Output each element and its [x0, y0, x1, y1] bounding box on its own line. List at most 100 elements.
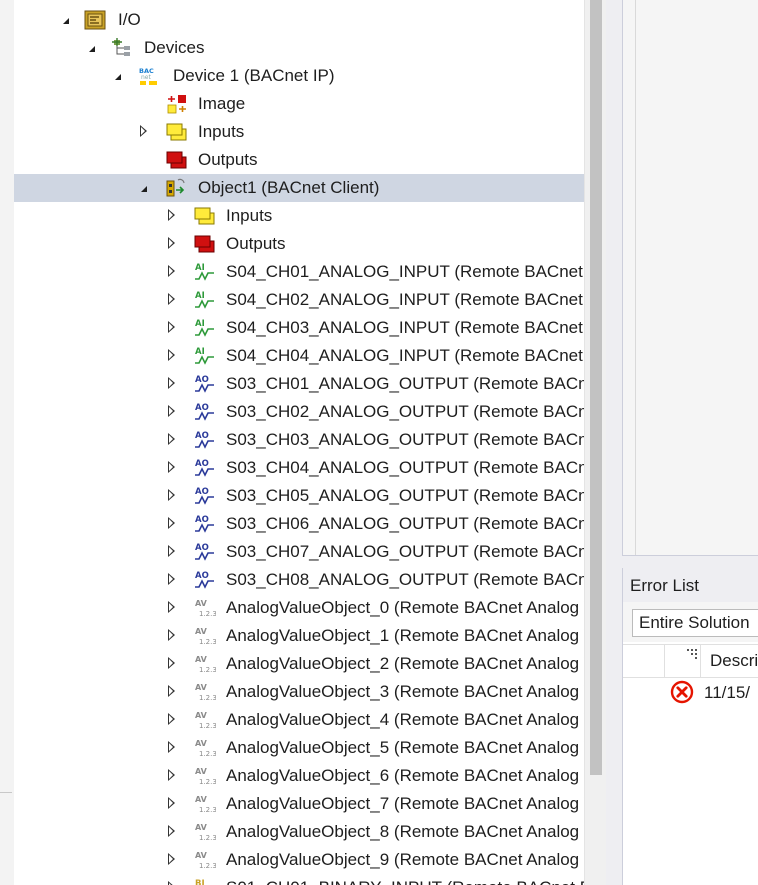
error-list-header: Descri [623, 644, 758, 678]
tree-item[interactable]: AO S03_CH02_ANALOG_OUTPUT (Remote BACnet … [14, 398, 584, 426]
expand-triangle-icon[interactable] [164, 684, 178, 698]
svg-text:1.2.3: 1.2.3 [199, 862, 216, 870]
tree-item[interactable]: Image [14, 90, 584, 118]
tree-item[interactable]: AO S03_CH07_ANALOG_OUTPUT (Remote BACnet … [14, 538, 584, 566]
expand-triangle-icon[interactable] [164, 544, 178, 558]
tree-item[interactable]: BAC net Device 1 (BACnet IP) [14, 62, 584, 90]
tree-item[interactable]: I/O [14, 6, 584, 34]
expand-triangle-icon[interactable] [164, 600, 178, 614]
expand-triangle-icon[interactable] [164, 740, 178, 754]
tree-item-label: Object1 (BACnet Client) [198, 178, 380, 197]
expand-triangle-icon[interactable] [164, 320, 178, 334]
expand-triangle-icon[interactable] [164, 236, 178, 250]
expand-triangle-icon[interactable] [164, 656, 178, 670]
tree-vertical-scrollbar[interactable] [584, 0, 607, 885]
expand-triangle-icon[interactable] [164, 208, 178, 222]
analog-output-icon: AO [194, 570, 216, 590]
analog-input-icon: AI [194, 318, 216, 338]
tree-item[interactable]: Object1 (BACnet Client) [14, 174, 584, 202]
tree-item[interactable]: AV 1.2.3 AnalogValueObject_6 (Remote BACne… [14, 762, 584, 790]
tree-item[interactable]: BI S01_CH01_BINARY_INPUT (Remote BACnet B… [14, 874, 584, 885]
expand-triangle-icon[interactable] [164, 292, 178, 306]
tree-item[interactable]: Outputs [14, 146, 584, 174]
tree-item[interactable]: AV 1.2.3 AnalogValueObject_1 (Remote BACne… [14, 622, 584, 650]
expand-triangle-icon[interactable] [164, 516, 178, 530]
expand-triangle-icon[interactable] [164, 852, 178, 866]
expand-triangle-icon[interactable] [164, 824, 178, 838]
collapse-triangle-icon[interactable] [58, 12, 72, 26]
svg-text:AI: AI [195, 291, 205, 301]
expand-triangle-icon[interactable] [164, 796, 178, 810]
tree-item-label: Inputs [198, 122, 245, 141]
expand-triangle-icon[interactable] [164, 264, 178, 278]
analog-output-icon: AO [194, 430, 216, 450]
column-filter-icon[interactable] [687, 649, 697, 659]
tree-item[interactable]: AI S04_CH04_ANALOG_INPUT (Remote BACnet A… [14, 342, 584, 370]
tree-item[interactable]: Inputs [14, 118, 584, 146]
expand-triangle-icon[interactable] [164, 404, 178, 418]
column-divider[interactable] [700, 645, 701, 677]
collapse-triangle-icon[interactable] [110, 68, 124, 82]
tree-item[interactable]: AI S04_CH03_ANALOG_INPUT (Remote BACnet A… [14, 314, 584, 342]
tree-item[interactable]: AV 1.2.3 AnalogValueObject_0 (Remote BACne… [14, 594, 584, 622]
expand-triangle-icon[interactable] [164, 712, 178, 726]
tree-item[interactable]: AO S03_CH08_ANALOG_OUTPUT (Remote BACnet … [14, 566, 584, 594]
collapse-triangle-icon[interactable] [136, 180, 150, 194]
expand-triangle-icon[interactable] [164, 348, 178, 362]
analog-value-icon: AV 1.2.3 [194, 682, 217, 702]
expand-triangle-icon[interactable] [164, 488, 178, 502]
tree-item-label: S03_CH04_ANALOG_OUTPUT (Remote BACnet An… [226, 458, 584, 477]
tree-item[interactable]: Devices [14, 34, 584, 62]
error-list-title-bar[interactable]: Error List [623, 568, 758, 603]
analog-value-icon: AV 1.2.3 [194, 710, 217, 730]
collapse-triangle-icon[interactable] [84, 40, 98, 54]
svg-text:net: net [141, 74, 151, 81]
tree-item-label: S04_CH04_ANALOG_INPUT (Remote BACnet Ana… [226, 346, 584, 365]
tree-item-label: AnalogValueObject_7 (Remote BACnet Analo… [226, 794, 584, 813]
tree-item[interactable]: AV 1.2.3 AnalogValueObject_5 (Remote BACne… [14, 734, 584, 762]
expand-triangle-icon[interactable] [164, 628, 178, 642]
tree-item[interactable]: AV 1.2.3 AnalogValueObject_2 (Remote BACne… [14, 650, 584, 678]
tree-item-label: Outputs [226, 234, 286, 253]
devices-icon [112, 38, 134, 58]
tree-item[interactable]: AI S04_CH02_ANALOG_INPUT (Remote BACnet A… [14, 286, 584, 314]
solution-tree[interactable]: I/O Devices BAC net Device 1 (BACnet IP) Imag… [14, 0, 584, 885]
tree-item-label: AnalogValueObject_2 (Remote BACnet Analo… [226, 654, 584, 673]
tree-item[interactable]: AO S03_CH03_ANALOG_OUTPUT (Remote BACnet … [14, 426, 584, 454]
tree-item[interactable]: AV 1.2.3 AnalogValueObject_3 (Remote BACne… [14, 678, 584, 706]
expand-triangle-icon[interactable] [164, 768, 178, 782]
tree-item[interactable]: AO S03_CH06_ANALOG_OUTPUT (Remote BACnet … [14, 510, 584, 538]
scrollbar-thumb[interactable] [590, 0, 602, 775]
expand-triangle-icon[interactable] [164, 460, 178, 474]
tree-item[interactable]: AV 1.2.3 AnalogValueObject_8 (Remote BACne… [14, 818, 584, 846]
column-divider[interactable] [664, 645, 665, 677]
tree-item[interactable]: AO S03_CH01_ANALOG_OUTPUT (Remote BACnet … [14, 370, 584, 398]
error-row[interactable]: 11/15/ [623, 678, 758, 708]
description-column-header[interactable]: Descri [710, 651, 758, 671]
expand-triangle-icon[interactable] [136, 124, 150, 138]
svg-text:AV: AV [195, 823, 208, 832]
expand-triangle-icon[interactable] [164, 880, 178, 885]
error-scope-dropdown[interactable]: Entire Solution [632, 609, 758, 637]
tree-item[interactable]: AV 1.2.3 AnalogValueObject_7 (Remote BACne… [14, 790, 584, 818]
tree-item-label: S03_CH07_ANALOG_OUTPUT (Remote BACnet An… [226, 542, 584, 561]
tree-item[interactable]: Inputs [14, 202, 584, 230]
tree-item[interactable]: AV 1.2.3 AnalogValueObject_9 (Remote BACne… [14, 846, 584, 874]
tree-item[interactable]: AO S03_CH04_ANALOG_OUTPUT (Remote BACnet … [14, 454, 584, 482]
tree-item-label: AnalogValueObject_9 (Remote BACnet Analo… [226, 850, 584, 869]
tree-item[interactable]: AO S03_CH05_ANALOG_OUTPUT (Remote BACnet … [14, 482, 584, 510]
expand-triangle-icon[interactable] [164, 432, 178, 446]
left-edge-strip [0, 0, 15, 885]
tree-item[interactable]: AI S04_CH01_ANALOG_INPUT (Remote BACnet A… [14, 258, 584, 286]
tree-item[interactable]: Outputs [14, 230, 584, 258]
svg-text:AI: AI [195, 263, 205, 273]
tree-item[interactable]: AV 1.2.3 AnalogValueObject_4 (Remote BACne… [14, 706, 584, 734]
analog-input-icon: AI [194, 290, 216, 310]
upper-right-panel-content [635, 0, 758, 555]
tree-item-label: AnalogValueObject_0 (Remote BACnet Analo… [226, 598, 584, 617]
expand-triangle-icon[interactable] [164, 376, 178, 390]
analog-output-icon: AO [194, 402, 216, 422]
tree-item-label: S03_CH02_ANALOG_OUTPUT (Remote BACnet An… [226, 402, 584, 421]
analog-value-icon: AV 1.2.3 [194, 850, 217, 870]
expand-triangle-icon[interactable] [164, 572, 178, 586]
